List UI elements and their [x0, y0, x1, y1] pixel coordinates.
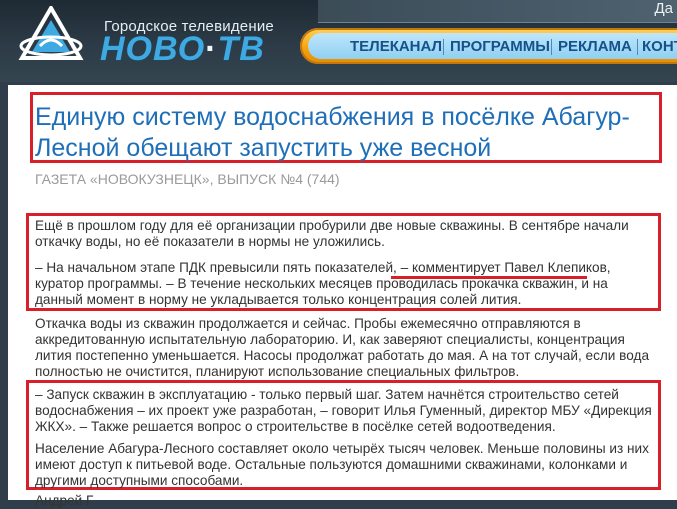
site-header: Городское телевидение НОВО·ТВ Да ТЕЛЕКАН… [0, 0, 677, 82]
nav-item-telekanal[interactable]: ТЕЛЕКАНАЛ [350, 38, 442, 55]
brand-dot: · [205, 30, 218, 68]
quote-underline [391, 276, 587, 279]
nav-separator [637, 39, 638, 55]
article-author: Андрей Г [35, 493, 94, 508]
nav-item-kontakty[interactable]: КОНТ [642, 38, 677, 55]
main-nav: ТЕЛЕКАНАЛ ПРОГРАММЫ РЕКЛАМА КОНТ [300, 28, 677, 64]
nav-separator [443, 39, 444, 55]
article-content: Единую систему водоснабжения в посёлке А… [8, 85, 677, 508]
article-source: ГАЗЕТА «НОВОКУЗНЕЦК», ВЫПУСК №4 (744) [35, 171, 340, 187]
nav-item-reklama[interactable]: РЕКЛАМА [558, 38, 632, 55]
site-brand[interactable]: НОВО·ТВ [100, 30, 265, 69]
article-title: Единую систему водоснабжения в посёлке А… [35, 103, 630, 162]
top-strip: Да [318, 0, 677, 23]
nav-item-programmy[interactable]: ПРОГРАММЫ [450, 38, 550, 55]
main-nav-inner: ТЕЛЕКАНАЛ ПРОГРАММЫ РЕКЛАМА КОНТ [308, 33, 677, 59]
article-paragraph: Откачка воды из скважин продолжается и с… [35, 316, 650, 379]
top-link[interactable]: Да [654, 0, 673, 17]
novo-tv-logo-icon[interactable] [18, 6, 84, 66]
article-paragraph: Население Абагура-Лесного составляет око… [35, 441, 649, 488]
article-paragraph: – На начальном этапе ПДК превысили пять … [35, 260, 611, 307]
nav-separator [551, 39, 552, 55]
article-paragraph: Ещё в прошлом году для её организации пр… [35, 218, 629, 249]
brand-right: ТВ [217, 30, 265, 68]
brand-left: НОВО [100, 30, 206, 68]
article-paragraph: – Запуск скважин в эксплуатацию - только… [35, 387, 652, 434]
